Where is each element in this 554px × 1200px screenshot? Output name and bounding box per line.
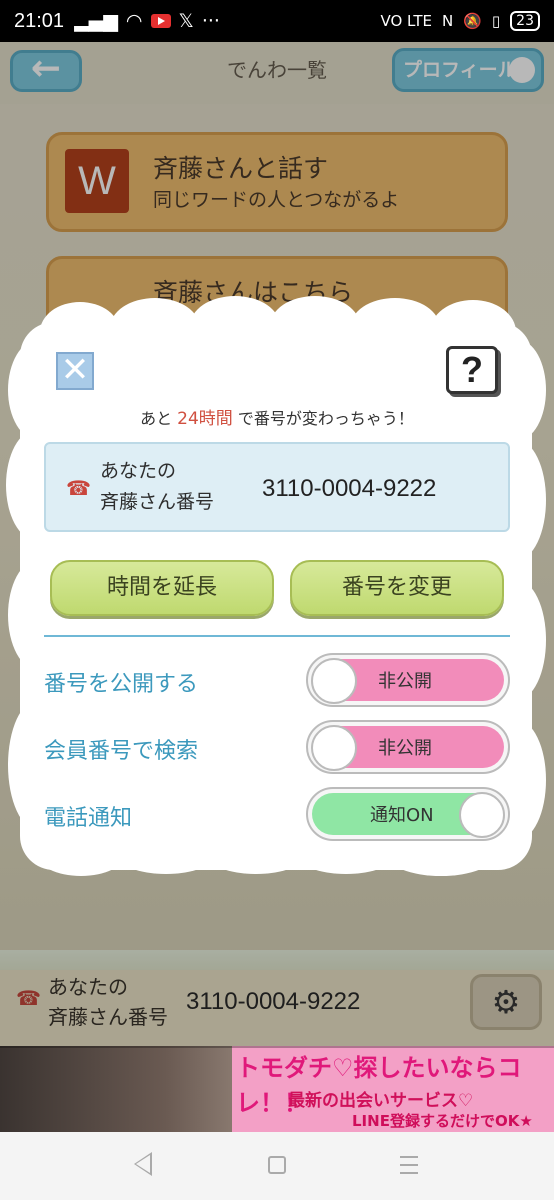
ad-subline: 最新の出会いサービス♡ [288, 1091, 474, 1111]
toggle-knob [311, 725, 357, 771]
expiry-time: 24時間 [177, 409, 233, 429]
signal-icon: ▂▄▆ [74, 10, 118, 32]
help-button[interactable]: ? [446, 346, 498, 394]
ad-image [0, 1046, 236, 1132]
nav-back-button[interactable] [134, 1152, 152, 1176]
extend-time-button[interactable]: 時間を延長 [50, 560, 274, 616]
toggle-state: 非公開 [378, 671, 432, 692]
toggle-knob [459, 792, 505, 838]
ad-banner[interactable]: トモダチ♡探したいならコレ！！ 最新の出会いサービス♡ LINE登録するだけでO… [0, 1046, 554, 1132]
nav-menu-button[interactable] [400, 1156, 418, 1174]
call-notification-label: 電話通知 [44, 806, 133, 831]
close-icon: ✕ [60, 350, 90, 390]
more-icon: ··· [201, 10, 220, 32]
saito-number: 3110-0004-9222 [262, 475, 437, 502]
close-button[interactable]: ✕ [56, 352, 94, 390]
toggle-state: 通知ON [370, 805, 434, 826]
divider [44, 635, 510, 637]
battery-icon: 23 [510, 11, 540, 31]
toggle-knob [311, 658, 357, 704]
nav-home-button[interactable] [268, 1156, 286, 1174]
x-icon: 𝕏 [178, 10, 194, 32]
change-number-button[interactable]: 番号を変更 [290, 560, 504, 616]
number-label: あなたの 斉藤さん番号 [100, 460, 215, 513]
volte-icon: VO LTE [380, 12, 432, 30]
ad-cta: LINE登録するだけでOK★ [352, 1112, 533, 1130]
expiry-notice: あと 24時間 で番号が変わっちゃう！ [140, 409, 414, 429]
publish-number-label: 番号を公開する [44, 672, 199, 697]
vibrate-icon: ▯ [491, 12, 501, 30]
nfc-icon: N [441, 12, 454, 30]
publish-number-toggle[interactable]: 非公開 [306, 653, 510, 707]
mute-icon: 🔕 [463, 12, 482, 30]
help-icon: ? [461, 349, 483, 390]
wifi-icon: ◠ [125, 10, 143, 32]
member-search-label: 会員番号で検索 [44, 739, 199, 764]
phone-icon: ☎ [66, 476, 91, 500]
call-notification-toggle[interactable]: 通知ON [306, 787, 510, 841]
member-search-toggle[interactable]: 非公開 [306, 720, 510, 774]
status-right: VO LTE N 🔕 ▯ 23 [380, 11, 540, 31]
youtube-icon [150, 14, 171, 28]
status-icons: ▂▄▆ ◠ 𝕏 ··· [74, 10, 220, 32]
status-bar: 21:01 ▂▄▆ ◠ 𝕏 ··· VO LTE N 🔕 ▯ 23 [0, 0, 554, 42]
toggle-state: 非公開 [378, 738, 432, 759]
status-time: 21:01 [14, 9, 65, 32]
